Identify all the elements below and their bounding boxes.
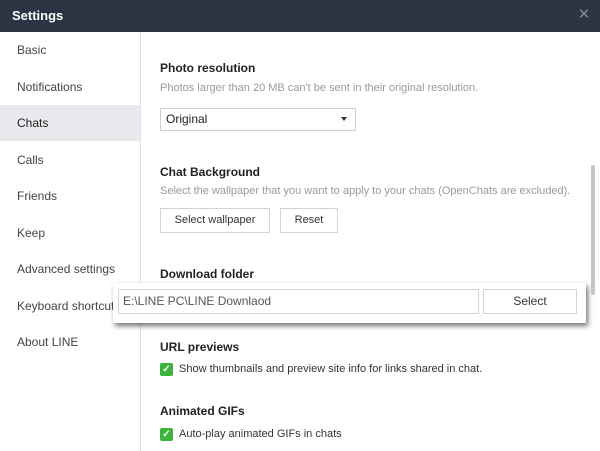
sidebar-item-advanced-settings[interactable]: Advanced settings: [0, 251, 140, 287]
photo-resolution-dropdown[interactable]: Original: [160, 108, 356, 131]
select-wallpaper-button[interactable]: Select wallpaper: [160, 208, 270, 233]
close-icon[interactable]: ✕: [576, 7, 592, 23]
check-icon[interactable]: ✓: [160, 428, 173, 441]
sidebar-item-about-line[interactable]: About LINE: [0, 324, 140, 360]
photo-resolution-selected: Original: [166, 112, 208, 126]
animated-gifs-title: Animated GIFs: [160, 404, 245, 418]
sidebar-item-notifications[interactable]: Notifications: [0, 69, 140, 105]
url-previews-checkbox-row[interactable]: ✓ Show thumbnails and preview site info …: [160, 362, 500, 378]
sidebar-item-chats[interactable]: Chats: [0, 105, 140, 141]
sidebar-item-basic[interactable]: Basic: [0, 32, 140, 68]
title-bar: Settings ✕: [0, 0, 600, 32]
chevron-down-icon: [341, 117, 347, 121]
sidebar-item-keep[interactable]: Keep: [0, 215, 140, 251]
chat-background-title: Chat Background: [160, 165, 261, 179]
sidebar-item-friends[interactable]: Friends: [0, 178, 140, 214]
url-previews-title: URL previews: [160, 340, 240, 354]
download-folder-path-field[interactable]: E:\LINE PC\LINE Downlaod: [118, 289, 479, 314]
photo-resolution-title: Photo resolution: [160, 61, 256, 75]
download-folder-title: Download folder: [160, 267, 254, 281]
sidebar: Basic Notifications Chats Calls Friends …: [0, 32, 141, 451]
scrollbar[interactable]: [591, 165, 595, 295]
url-previews-checkbox-label: Show thumbnails and preview site info fo…: [179, 363, 483, 375]
animated-gifs-checkbox-label: Auto-play animated GIFs in chats: [179, 428, 342, 440]
reset-wallpaper-button[interactable]: Reset: [280, 208, 338, 233]
check-icon[interactable]: ✓: [160, 363, 173, 376]
window-title: Settings: [12, 8, 64, 23]
download-folder-select-button[interactable]: Select: [483, 289, 577, 314]
photo-resolution-description: Photos larger than 20 MB can't be sent i…: [160, 82, 479, 94]
chat-background-description: Select the wallpaper that you want to ap…: [160, 185, 571, 197]
animated-gifs-checkbox-row[interactable]: ✓ Auto-play animated GIFs in chats: [160, 427, 360, 443]
sidebar-item-calls[interactable]: Calls: [0, 142, 140, 178]
settings-content: Photo resolution Photos larger than 20 M…: [141, 32, 600, 451]
